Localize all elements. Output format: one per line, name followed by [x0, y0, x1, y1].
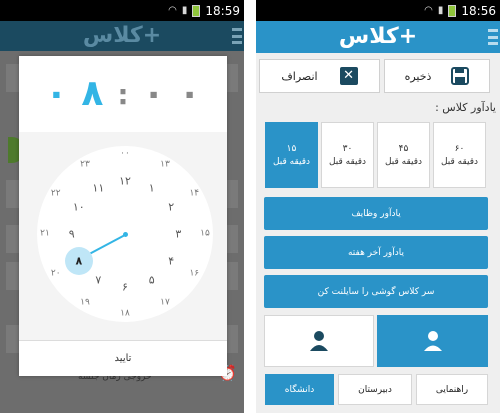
- clock-hour-24-16[interactable]: ۱۶: [189, 269, 199, 279]
- reminder-value: ۳۰: [342, 143, 353, 154]
- level-university-button[interactable]: دانشگاه: [265, 374, 334, 405]
- status-time: 18:59: [205, 3, 240, 18]
- clock-hour-2[interactable]: ۲: [168, 202, 174, 213]
- signal-icon: ▮: [181, 5, 188, 16]
- clock-hour-5[interactable]: ۵: [149, 275, 155, 286]
- clock-hour-24-18[interactable]: ۱۸: [120, 309, 130, 319]
- time-display: ۰ ۸ : ۰ ۰: [19, 56, 227, 132]
- reminder-unit: دقیقه قبل: [384, 156, 423, 167]
- person-male-icon: [423, 331, 442, 351]
- phone-settings: ◠ ▮ 18:56 کلاس+ ذخیره انصراف ✕ یادآور کل…: [256, 0, 500, 413]
- weekend-reminder-button[interactable]: یادآور آخر هفته: [264, 236, 488, 269]
- confirm-button[interactable]: تایید: [19, 341, 227, 376]
- male-gender-button[interactable]: [377, 315, 488, 367]
- hour-tens[interactable]: ۰: [45, 76, 67, 112]
- time-picker-dialog: ۰ ۸ : ۰ ۰ ۱۲ ۱ ۲ ۳ ۴ ۵ ۶ ۷ ۸ ۹ ۱۰ ۱۱ ۰۰ ۱۳ ۱۴ ۱۵ ۱۶ ۱۷ ۱۸ ۱…: [19, 56, 227, 376]
- menu-icon[interactable]: [488, 29, 498, 45]
- clock-hour-24-23[interactable]: ۲۳: [80, 160, 90, 169]
- battery-icon: [448, 4, 457, 17]
- reminder-option-45[interactable]: ۴۵ دقیقه قبل: [377, 122, 430, 188]
- clock-hour-24-21[interactable]: ۲۱: [40, 229, 50, 239]
- clock-face[interactable]: ۱۲ ۱ ۲ ۳ ۴ ۵ ۶ ۷ ۸ ۹ ۱۰ ۱۱ ۰۰ ۱۳ ۱۴ ۱۵ ۱۶ ۱۷ ۱۸ ۱۹ ۲۰ ۲۱ ۲۲ ۲۳: [37, 146, 213, 322]
- cancel-button[interactable]: انصراف ✕: [259, 59, 380, 93]
- clock-hour-3[interactable]: ۳: [175, 229, 181, 240]
- clock-hour-24-14[interactable]: ۱۴: [189, 189, 199, 199]
- level-highschool-button[interactable]: دبیرستان: [338, 374, 412, 405]
- person-female-icon: [310, 331, 328, 351]
- reminder-option-15[interactable]: ۱۵ دقیقه قبل: [265, 122, 318, 188]
- reminder-option-60[interactable]: ۶۰ دقیقه قبل: [433, 122, 486, 188]
- clock-hour-24-17[interactable]: ۱۷: [160, 298, 170, 308]
- floppy-disk-icon: [451, 67, 470, 85]
- status-bar: ◠ ▮ 18:56: [256, 0, 500, 21]
- app-logo: کلاس+: [338, 24, 418, 49]
- reminder-unit: دقیقه قبل: [440, 156, 479, 167]
- clock-hour-24-22[interactable]: ۲۲: [51, 189, 61, 199]
- clock-hour-1[interactable]: ۱: [149, 182, 155, 193]
- hour-ones[interactable]: ۸: [81, 76, 103, 112]
- time-colon: :: [117, 77, 129, 111]
- reminder-value: ۶۰: [454, 143, 465, 154]
- wifi-icon: ◠: [168, 5, 177, 16]
- screenshot-root: ◠ ▮ 18:59 کلاس+ خروجی زمان جلسه ⏰ ۰ ۸ : …: [0, 0, 500, 413]
- minute-tens[interactable]: ۰: [143, 76, 165, 112]
- clock-hour-4[interactable]: ۴: [168, 255, 174, 266]
- battery-icon: [192, 4, 201, 17]
- menu-icon[interactable]: [232, 28, 242, 44]
- clock-hour-24-19[interactable]: ۱۹: [80, 298, 90, 308]
- clock-hour-24-15[interactable]: ۱۵: [200, 229, 210, 239]
- reminder-value: ۴۵: [398, 143, 409, 154]
- phone-time-picker: ◠ ▮ 18:59 کلاس+ خروجی زمان جلسه ⏰ ۰ ۸ : …: [0, 0, 244, 413]
- task-reminder-button[interactable]: یادآور وظایف: [264, 197, 488, 230]
- reminder-title: یادآور کلاس :: [435, 101, 496, 114]
- reminder-value: ۱۵: [286, 143, 297, 154]
- clock-hour-24-0[interactable]: ۰۰: [120, 149, 130, 159]
- clock-hour-6[interactable]: ۶: [122, 282, 128, 293]
- status-bar: ◠ ▮ 18:59: [0, 0, 244, 21]
- close-icon: ✕: [339, 67, 358, 85]
- silent-in-class-button[interactable]: سر کلاس گوشی را سایلنت کن: [264, 275, 488, 308]
- save-label: ذخیره: [404, 69, 432, 83]
- status-time: 18:56: [461, 3, 496, 18]
- female-gender-button[interactable]: [264, 315, 374, 367]
- clock-hour-7[interactable]: ۷: [95, 275, 101, 286]
- signal-icon: ▮: [437, 5, 444, 16]
- reminder-unit: دقیقه قبل: [272, 156, 311, 167]
- save-button[interactable]: ذخیره: [384, 59, 490, 93]
- clock-hour-24-20[interactable]: ۲۰: [51, 269, 61, 279]
- clock-hour-8[interactable]: ۸: [75, 255, 82, 266]
- reminder-option-30[interactable]: ۳۰ دقیقه قبل: [321, 122, 374, 188]
- level-guidance-button[interactable]: راهنمایی: [416, 374, 488, 405]
- cancel-label: انصراف: [281, 69, 318, 83]
- clock-area: ۱۲ ۱ ۲ ۳ ۴ ۵ ۶ ۷ ۸ ۹ ۱۰ ۱۱ ۰۰ ۱۳ ۱۴ ۱۵ ۱۶ ۱۷ ۱۸ ۱۹ ۲۰ ۲۱ ۲۲ ۲۳: [19, 132, 227, 340]
- clock-hour-9[interactable]: ۹: [69, 229, 75, 240]
- minute-ones[interactable]: ۰: [179, 76, 201, 112]
- app-logo: کلاس+: [82, 23, 162, 48]
- clock-hour-10[interactable]: ۱۰: [73, 202, 85, 213]
- clock-hour-11[interactable]: ۱۱: [92, 182, 104, 193]
- clock-hour-24-13[interactable]: ۱۳: [160, 160, 170, 169]
- reminder-unit: دقیقه قبل: [328, 156, 367, 167]
- wifi-icon: ◠: [424, 5, 433, 16]
- clock-hour-12[interactable]: ۱۲: [119, 175, 131, 186]
